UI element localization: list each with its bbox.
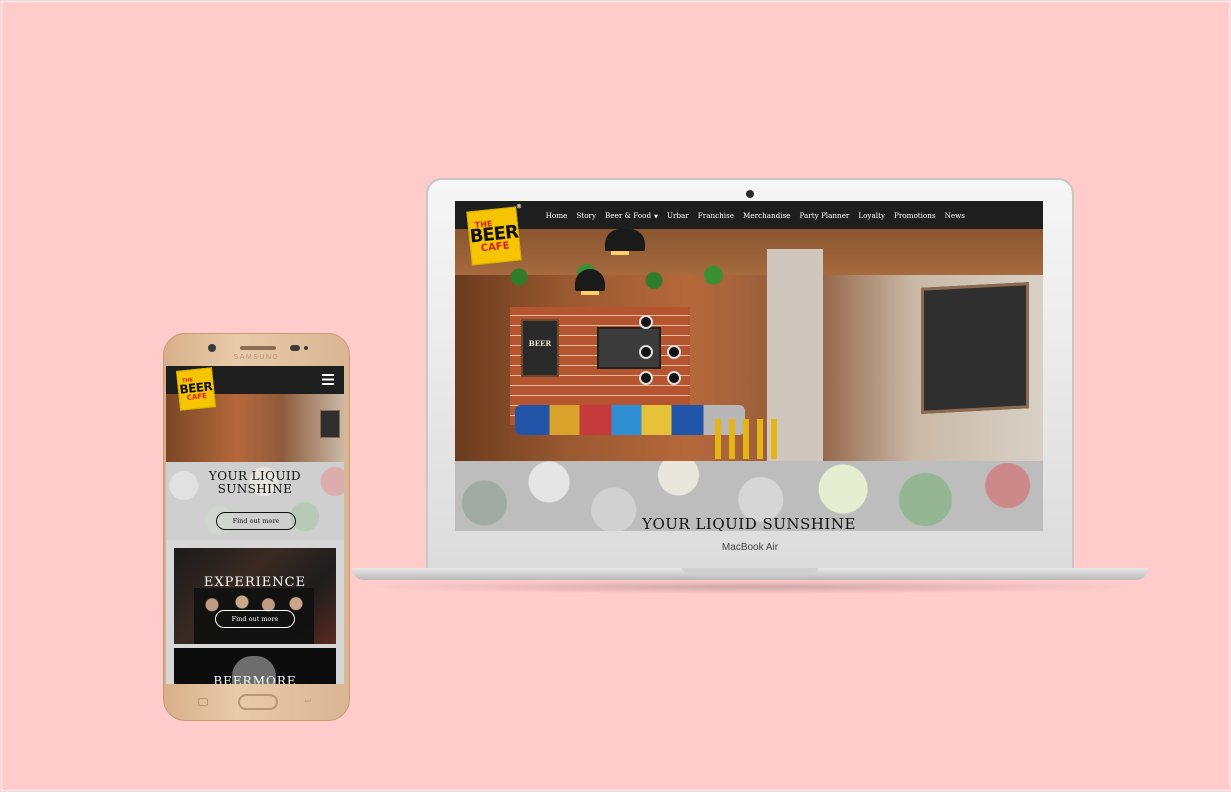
bottle-caps-band: YOUR LIQUID SUNSHINE xyxy=(455,461,1043,531)
recent-apps-icon[interactable] xyxy=(198,698,208,706)
hero-title: YOUR LIQUID SUNSHINE xyxy=(642,515,856,531)
laptop-brand-label: MacBook Air xyxy=(721,542,779,553)
phone-camera xyxy=(208,344,216,352)
hamburger-icon[interactable] xyxy=(322,374,334,385)
beer-poster: BEER xyxy=(521,319,559,377)
nav-item-story[interactable]: Story xyxy=(576,211,596,220)
find-out-more-button[interactable]: Find out more xyxy=(215,610,295,628)
nav-item-party-planner[interactable]: Party Planner xyxy=(799,211,849,220)
find-out-more-button[interactable]: Find out more xyxy=(216,512,296,530)
phone-sensor xyxy=(290,345,300,351)
experience-card[interactable]: EXPERIENCE Find out more xyxy=(174,548,336,644)
logo-line-cafe: CAFE xyxy=(480,240,511,255)
desktop-nav-list: Home Story Beer & Food ▼ Urbar Franchise … xyxy=(546,201,965,229)
logo-line-cafe: CAFE xyxy=(186,391,208,402)
nav-item-home[interactable]: Home xyxy=(546,211,568,220)
caret-down-icon: ▼ xyxy=(654,213,658,220)
laptop-shadow xyxy=(360,580,1140,594)
vinyl-record xyxy=(639,371,653,385)
wall-tv-large xyxy=(921,282,1029,414)
pendant-lamp xyxy=(605,229,645,255)
section-title-liquid-sunshine: YOUR LIQUID SUNSHINE xyxy=(166,470,344,496)
phone-sensor xyxy=(304,346,308,350)
laptop-camera xyxy=(746,190,754,198)
vinyl-record xyxy=(639,315,653,329)
section-title-experience: EXPERIENCE xyxy=(203,575,307,590)
nav-item-news[interactable]: News xyxy=(945,211,965,220)
nav-item-franchise[interactable]: Franchise xyxy=(698,211,734,220)
nav-item-loyalty[interactable]: Loyalty xyxy=(858,211,885,220)
yellow-chairs xyxy=(715,419,785,459)
colorful-sofa xyxy=(515,405,745,435)
hero-image: BEER xyxy=(455,229,1043,461)
phone-brand-label: SAMSUNG xyxy=(233,354,280,361)
vinyl-record xyxy=(667,371,681,385)
mobile-caps-section: YOUR LIQUID SUNSHINE Find out more xyxy=(166,462,344,540)
beer-cafe-logo[interactable]: THE BEER CAFE ® xyxy=(466,202,523,266)
poster-text: BEER xyxy=(528,339,552,348)
nav-item-merchandise[interactable]: Merchandise xyxy=(743,211,790,220)
phone-speaker xyxy=(240,346,276,350)
laptop-notch xyxy=(682,568,818,573)
wall-tv xyxy=(320,410,340,438)
vinyl-record xyxy=(639,345,653,359)
title-line: SUNSHINE xyxy=(217,482,293,496)
pendant-lamp xyxy=(575,269,605,295)
home-button[interactable] xyxy=(238,694,278,710)
nav-item-urbar[interactable]: Urbar xyxy=(667,211,689,220)
back-icon[interactable]: ↩ xyxy=(304,698,316,707)
beer-cafe-logo[interactable]: THE BEER CAFE xyxy=(176,367,216,411)
desktop-navbar: Home Story Beer & Food ▼ Urbar Franchise … xyxy=(455,201,1043,229)
laptop-base xyxy=(352,568,1148,580)
nav-item-promotions[interactable]: Promotions xyxy=(894,211,936,220)
registered-mark: ® xyxy=(515,202,523,211)
vinyl-record xyxy=(667,345,681,359)
phone-screen: THE BEER CAFE YOUR LIQUID SUNSHINE Find … xyxy=(166,366,344,684)
laptop-screen: Home Story Beer & Food ▼ Urbar Franchise … xyxy=(455,201,1043,531)
beermore-card[interactable]: BEERMORE xyxy=(174,648,336,684)
section-title-beermore: BEERMORE xyxy=(213,674,297,684)
nav-item-beer-food[interactable]: Beer & Food ▼ xyxy=(605,211,658,220)
